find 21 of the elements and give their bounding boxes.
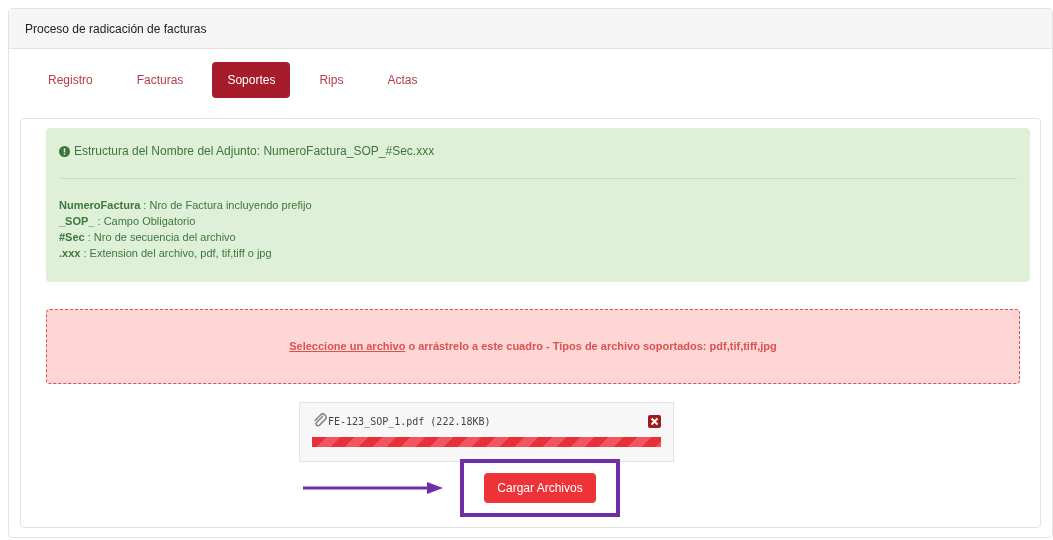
paperclip-icon xyxy=(312,413,328,429)
legend-line: NumeroFactura : Nro de Factura incluyendo prefijo xyxy=(59,198,313,213)
tab[interactable]: Soportes xyxy=(212,62,291,98)
file-name: FE-123_SOP_1.pdf (222.18KB) xyxy=(328,414,491,429)
legend-line: .xxx : Extension del archivo, pdf, tif,tiff o jpg xyxy=(59,246,273,261)
dropzone[interactable]: Seleccione un archivo o arrástrelo a este cuadro - Tipos de archivo soportados: pdf,tif,tiff,jpg xyxy=(46,309,1020,384)
legend-line: _SOP_ : Campo Obligatorio xyxy=(59,214,197,229)
tab[interactable]: Actas xyxy=(372,62,433,98)
legend-line: #Sec : Nro de secuencia del archivo xyxy=(59,230,237,245)
exclamation-icon xyxy=(59,145,70,157)
tab[interactable]: Registro xyxy=(33,62,108,98)
close-icon xyxy=(650,416,659,426)
panel-title: Proceso de radicación de facturas xyxy=(25,20,207,38)
info-heading: Estructura del Nombre del Adjunto: NumeroFactura_SOP_#Sec.xxx xyxy=(74,143,435,160)
tab[interactable]: Facturas xyxy=(121,62,199,98)
select-file-link[interactable]: Seleccione un archivo xyxy=(289,340,406,353)
dropzone-text: Seleccione un archivo o arrástrelo a este cuadro - Tipos de archivo soportados: pdf,tif,tiff,jpg xyxy=(289,339,777,355)
upload-button[interactable]: Cargar Archivos xyxy=(484,473,596,503)
tab[interactable]: Rips xyxy=(304,62,359,98)
arrow-icon xyxy=(303,482,443,494)
remove-file-button[interactable] xyxy=(648,414,661,428)
